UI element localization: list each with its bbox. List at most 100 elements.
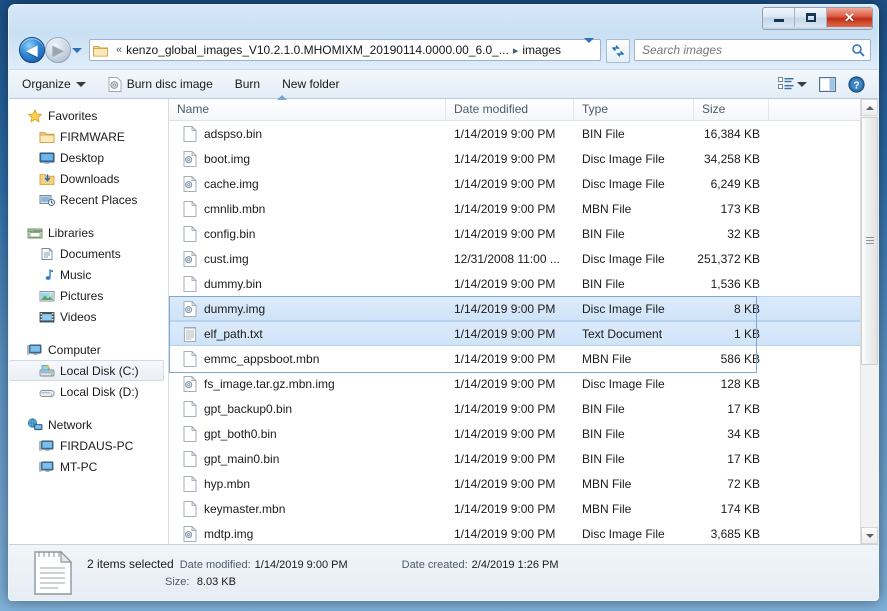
table-row[interactable]: mdtp.img 1/14/2019 9:00 PM Disc Image File…	[169, 521, 860, 544]
details-line-2: Size: 8.03 KB	[87, 574, 559, 588]
file-name-label: config.bin	[204, 226, 256, 241]
generic-file-icon	[183, 500, 197, 517]
table-row[interactable]: gpt_backup0.bin 1/14/2019 9:00 PM BIN File…	[169, 396, 860, 421]
table-row[interactable]: boot.img 1/14/2019 9:00 PM Disc Image File…	[169, 146, 860, 171]
sidebar-item-firmware[interactable]: FIRMWARE	[9, 126, 168, 147]
table-row[interactable]: gpt_main0.bin 1/14/2019 9:00 PM BIN File 17…	[169, 446, 860, 471]
scroll-down-button[interactable]	[861, 527, 878, 544]
back-button[interactable]: ◀	[19, 37, 45, 63]
sidebar-item-downloads[interactable]: Downloads	[9, 168, 168, 189]
table-row[interactable]: cache.img 1/14/2019 9:00 PM Disc Image Fil…	[169, 171, 860, 196]
file-type-cell: Disc Image File	[582, 301, 665, 316]
folder-icon	[39, 131, 55, 143]
sidebar-item-local-disk-d[interactable]: Local Disk (D:)	[9, 381, 168, 402]
file-type-cell: BIN File	[582, 276, 625, 291]
new-folder-button[interactable]: New folder	[273, 73, 348, 95]
table-row[interactable]: dummy.img 1/14/2019 9:00 PM Disc Image Fil…	[169, 296, 860, 321]
file-name-label: dummy.bin	[204, 276, 262, 291]
file-name-cell: mdtp.img	[169, 525, 446, 542]
sidebar-group-computer[interactable]: Computer	[9, 339, 168, 360]
file-size-cell: 34,258 KB	[703, 151, 760, 166]
help-button[interactable]: ?	[843, 73, 870, 96]
sidebar-item-videos[interactable]: Videos	[9, 306, 168, 327]
sidebar-item-desktop[interactable]: Desktop	[9, 147, 168, 168]
recent-locations-button[interactable]	[71, 45, 83, 55]
sidebar-item-firdaus-pc[interactable]: FIRDAUS-PC	[9, 435, 168, 456]
file-type-cell: MBN File	[582, 201, 632, 216]
table-row[interactable]: fs_image.tar.gz.mbn.img 1/14/2019 9:00 PM…	[169, 371, 860, 396]
burn-disc-image-button[interactable]: Burn disc image	[99, 73, 222, 96]
file-rows-container[interactable]: adspso.bin 1/14/2019 9:00 PM BIN File 16,38…	[169, 121, 860, 544]
title-bar: ✕	[9, 5, 878, 33]
table-row[interactable]: keymaster.mbn 1/14/2019 9:00 PM MBN File 17…	[169, 496, 860, 521]
table-row[interactable]: emmc_appsboot.mbn 1/14/2019 9:00 PM MBN Fi…	[169, 346, 860, 371]
search-input[interactable]	[640, 42, 851, 58]
sidebar-item-label: Desktop	[60, 150, 105, 165]
sidebar-item-music[interactable]: Music	[9, 264, 168, 285]
breadcrumb-separator-icon[interactable]: ▸	[513, 44, 519, 57]
file-date-cell: 1/14/2019 9:00 PM	[454, 426, 556, 441]
forward-button[interactable]: ▶	[45, 37, 71, 63]
column-header-date-modified[interactable]: Date modified	[446, 99, 574, 120]
navigation-pane[interactable]: Favorites FIRMWARE Desktop Downloads Recent …	[9, 99, 169, 544]
search-box[interactable]	[634, 39, 871, 61]
libraries-icon	[27, 228, 43, 238]
maximize-button[interactable]	[795, 8, 827, 27]
file-date-cell: 1/14/2019 9:00 PM	[454, 501, 556, 516]
sidebar-group-network[interactable]: Network	[9, 414, 168, 435]
sidebar-item-recent-places[interactable]: Recent Places	[9, 189, 168, 210]
change-view-button[interactable]	[773, 74, 812, 94]
table-row[interactable]: hyp.mbn 1/14/2019 9:00 PM MBN File 72 KB	[169, 471, 860, 496]
column-header-size[interactable]: Size	[694, 99, 769, 120]
breadcrumb-current-segment[interactable]: images	[522, 43, 561, 57]
file-type-cell: Disc Image File	[582, 526, 665, 541]
organize-button[interactable]: Organize	[13, 73, 95, 95]
selection-summary: 2 items selected	[87, 557, 174, 571]
address-dropdown-button[interactable]	[584, 38, 594, 57]
preview-pane-button[interactable]	[814, 74, 841, 95]
disc-image-icon	[183, 525, 197, 542]
vertical-scrollbar[interactable]	[860, 99, 878, 544]
table-row[interactable]: elf_path.txt 1/14/2019 9:00 PM Text Docume…	[169, 321, 860, 346]
file-date-cell: 1/14/2019 9:00 PM	[454, 526, 556, 541]
file-type-cell: Text Document	[582, 326, 663, 341]
file-type-cell: BIN File	[582, 126, 625, 141]
sidebar-item-local-disk-c[interactable]: Local Disk (C:)	[9, 360, 164, 381]
file-size-cell: 8 KB	[733, 301, 760, 316]
generic-file-icon	[183, 475, 197, 492]
table-row[interactable]: adspso.bin 1/14/2019 9:00 PM BIN File 16,38…	[169, 121, 860, 146]
address-bar[interactable]: « kenzo_global_images_V10.2.1.0.MHOMIXM_…	[89, 38, 601, 61]
sidebar-group-favorites[interactable]: Favorites	[9, 105, 168, 126]
sidebar-item-mt-pc[interactable]: MT-PC	[9, 456, 168, 477]
table-row[interactable]: cmnlib.mbn 1/14/2019 9:00 PM MBN File 173 K…	[169, 196, 860, 221]
refresh-button[interactable]	[606, 39, 630, 63]
sidebar-item-pictures[interactable]: Pictures	[9, 285, 168, 306]
table-row[interactable]: gpt_both0.bin 1/14/2019 9:00 PM BIN File 34…	[169, 421, 860, 446]
scrollbar-thumb[interactable]	[861, 117, 878, 365]
column-header-type[interactable]: Type	[574, 99, 694, 120]
file-date-cell: 1/14/2019 9:00 PM	[454, 301, 556, 316]
table-row[interactable]: cust.img 12/31/2008 11:00 ... Disc Image F…	[169, 246, 860, 271]
disc-image-icon	[183, 375, 197, 392]
nav-group-gap	[9, 210, 168, 222]
computer-icon	[39, 440, 54, 451]
scroll-up-button[interactable]	[861, 99, 878, 116]
chevron-down-icon	[584, 38, 594, 57]
breadcrumb-path-segment[interactable]: kenzo_global_images_V10.2.1.0.MHOMIXM_20…	[126, 43, 509, 57]
minimize-button[interactable]	[763, 8, 795, 27]
search-icon[interactable]	[851, 43, 865, 57]
column-header-name[interactable]: Name	[169, 99, 446, 120]
sidebar-item-documents[interactable]: Documents	[9, 243, 168, 264]
table-row[interactable]: dummy.bin 1/14/2019 9:00 PM BIN File 1,536 …	[169, 271, 860, 296]
table-row[interactable]: config.bin 1/14/2019 9:00 PM BIN File 32 KB	[169, 221, 860, 246]
generic-file-icon	[183, 425, 197, 442]
file-size-cell: 173 KB	[720, 201, 760, 216]
text-document-icon	[183, 326, 197, 342]
breadcrumb-overflow[interactable]: «	[116, 44, 122, 56]
sidebar-item-label: FIRDAUS-PC	[60, 438, 134, 453]
file-size-cell: 32 KB	[727, 226, 760, 241]
file-name-label: cmnlib.mbn	[204, 201, 266, 216]
burn-button[interactable]: Burn	[226, 73, 269, 95]
close-button[interactable]: ✕	[827, 8, 872, 27]
sidebar-group-libraries[interactable]: Libraries	[9, 222, 168, 243]
